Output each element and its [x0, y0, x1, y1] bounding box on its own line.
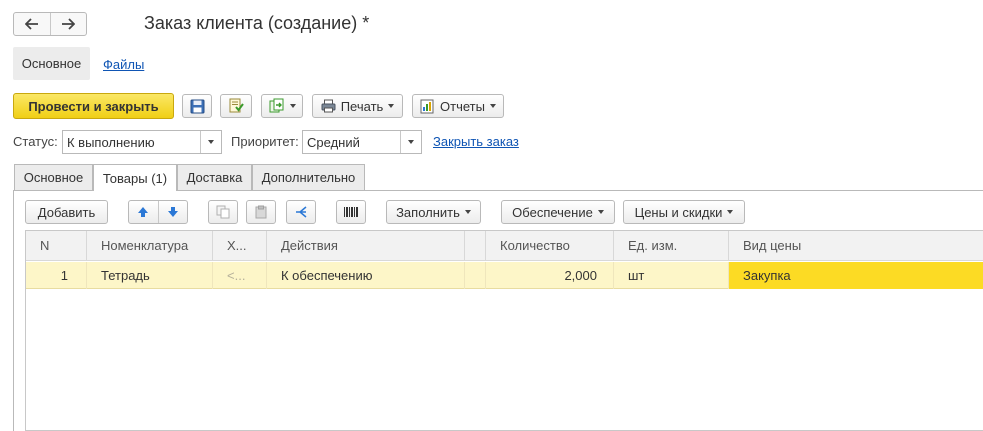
chevron-down-icon [388, 104, 395, 108]
chevron-down-icon [489, 104, 496, 108]
reports-button[interactable]: Отчеты [412, 94, 504, 118]
reports-label: Отчеты [440, 98, 485, 114]
cell-quantity[interactable]: 2,000 [486, 262, 614, 289]
column-header-blank[interactable] [465, 231, 486, 260]
create-based-on-icon [269, 98, 283, 113]
tab-additional[interactable]: Дополнительно [252, 164, 365, 190]
paste-icon [255, 205, 267, 219]
tab-main[interactable]: Основное [14, 164, 93, 190]
chevron-down-icon [408, 140, 414, 144]
copy-icon [216, 205, 230, 219]
cell-characteristic[interactable]: <... [213, 262, 267, 289]
priority-select[interactable]: Средний [302, 130, 422, 154]
forward-button[interactable] [49, 13, 87, 35]
print-label: Печать [340, 98, 384, 114]
create-based-on-button[interactable] [261, 94, 303, 118]
top-tab-files[interactable]: Файлы [103, 57, 144, 72]
tab-goods[interactable]: Товары (1) [93, 164, 177, 191]
chevron-down-icon [464, 210, 471, 214]
floppy-disk-icon [190, 99, 204, 113]
split-row-button[interactable] [286, 200, 316, 224]
move-up-button[interactable] [129, 201, 158, 223]
column-header-unit[interactable]: Ед. изм. [614, 231, 729, 260]
back-button[interactable] [14, 13, 50, 35]
barcode-button[interactable] [336, 200, 366, 224]
chevron-down-icon [597, 210, 604, 214]
add-row-button[interactable]: Добавить [25, 200, 108, 224]
print-button[interactable]: Печать [312, 94, 403, 118]
move-row-group [128, 200, 188, 224]
cell-action[interactable]: К обеспечению [267, 262, 465, 289]
printer-icon [321, 99, 336, 113]
prices-label: Цены и скидки [634, 204, 723, 220]
column-header-actions[interactable]: Действия [267, 231, 465, 260]
cell-price-type[interactable]: Закупка [729, 262, 983, 289]
priority-value: Средний [307, 134, 360, 150]
status-select[interactable]: К выполнению [62, 130, 222, 154]
status-label: Статус: [13, 134, 58, 149]
reports-icon [420, 99, 434, 113]
column-header-quantity[interactable]: Количество [486, 231, 614, 260]
status-value: К выполнению [67, 134, 155, 150]
top-tab-main[interactable]: Основное [13, 47, 90, 80]
fill-button[interactable]: Заполнить [386, 200, 481, 224]
post-button[interactable] [220, 94, 252, 118]
chevron-down-icon [208, 140, 214, 144]
copy-row-button[interactable] [208, 200, 238, 224]
supply-button[interactable]: Обеспечение [501, 200, 615, 224]
chevron-down-icon [289, 104, 296, 108]
paste-row-button[interactable] [246, 200, 276, 224]
save-button[interactable] [182, 94, 212, 118]
split-icon [296, 206, 307, 218]
priority-dropdown-button[interactable] [400, 131, 421, 153]
cell-blank[interactable] [465, 262, 486, 289]
prices-discounts-button[interactable]: Цены и скидки [623, 200, 745, 224]
goods-table: N Номенклатура Х... Действия Количество … [25, 230, 983, 431]
move-down-button[interactable] [157, 201, 188, 223]
post-document-icon [229, 98, 244, 113]
tab-delivery[interactable]: Доставка [177, 164, 252, 190]
history-navigation [13, 12, 87, 36]
priority-label: Приоритет: [231, 134, 299, 149]
column-header-item[interactable]: Номенклатура [87, 231, 213, 260]
close-order-link[interactable]: Закрыть заказ [433, 134, 519, 149]
table-row[interactable]: 1 Тетрадь <... К обеспечению 2,000 шт За… [26, 262, 983, 289]
chevron-down-icon [727, 210, 734, 214]
arrow-down-icon [167, 207, 178, 217]
arrow-left-icon [24, 18, 38, 30]
column-header-n[interactable]: N [26, 231, 87, 260]
column-header-price-type[interactable]: Вид цены [729, 231, 983, 260]
column-header-characteristic[interactable]: Х... [213, 231, 267, 260]
post-and-close-button[interactable]: Провести и закрыть [13, 93, 174, 119]
fill-label: Заполнить [396, 204, 460, 220]
arrow-up-icon [138, 207, 149, 217]
cell-item[interactable]: Тетрадь [87, 262, 213, 289]
table-header: N Номенклатура Х... Действия Количество … [26, 231, 983, 261]
panel-border [13, 190, 14, 431]
cell-n[interactable]: 1 [26, 262, 87, 289]
barcode-icon [344, 207, 358, 217]
status-dropdown-button[interactable] [200, 131, 221, 153]
cell-unit[interactable]: шт [614, 262, 729, 289]
supply-label: Обеспечение [512, 204, 593, 220]
window-title: Заказ клиента (создание) * [144, 13, 370, 33]
arrow-right-icon [62, 18, 76, 30]
